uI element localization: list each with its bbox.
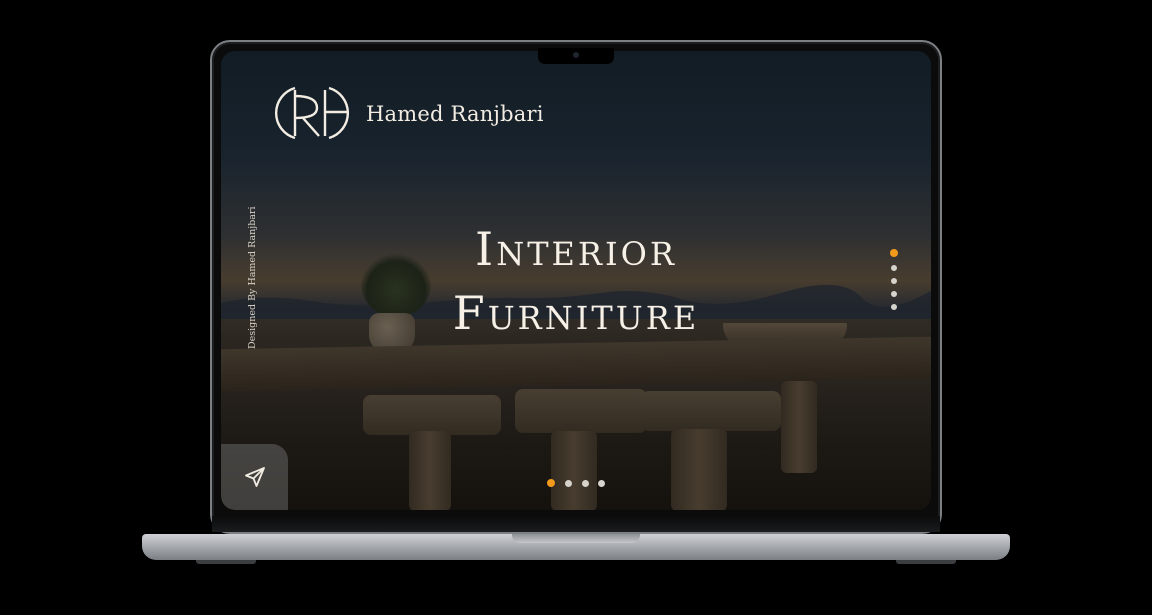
camera-icon (573, 52, 579, 58)
hero-title-line-1: Interior (475, 222, 677, 276)
slide-dot[interactable] (891, 304, 897, 310)
slide-dot[interactable] (891, 265, 897, 271)
vertical-pagination (889, 249, 899, 313)
slide-dot[interactable] (891, 278, 897, 284)
website-screen: Hamed Ranjbari Designed By Hamed Ranjbar… (221, 51, 931, 510)
brand-name[interactable]: Hamed Ranjbari (366, 102, 544, 126)
paper-plane-icon (244, 467, 265, 487)
laptop-foot-right (896, 560, 956, 564)
carousel-dot[interactable] (598, 480, 605, 487)
device-mockup-stage: Hamed Ranjbari Designed By Hamed Ranjbar… (0, 0, 1152, 615)
carousel-dot[interactable] (565, 480, 572, 487)
hero-title-line-2: Furniture (452, 286, 700, 340)
laptop-foot-left (196, 560, 256, 564)
slide-dot[interactable] (890, 249, 898, 257)
send-button[interactable] (221, 444, 288, 510)
base-opening-notch (512, 534, 640, 543)
horizontal-pagination (545, 479, 609, 489)
screen-bezel-bottom (212, 516, 940, 532)
carousel-dot[interactable] (582, 480, 589, 487)
hero-title: Interior Furniture (221, 217, 931, 345)
slide-dot[interactable] (891, 291, 897, 297)
rh-monogram-icon[interactable] (273, 84, 351, 142)
carousel-dot[interactable] (547, 479, 555, 487)
